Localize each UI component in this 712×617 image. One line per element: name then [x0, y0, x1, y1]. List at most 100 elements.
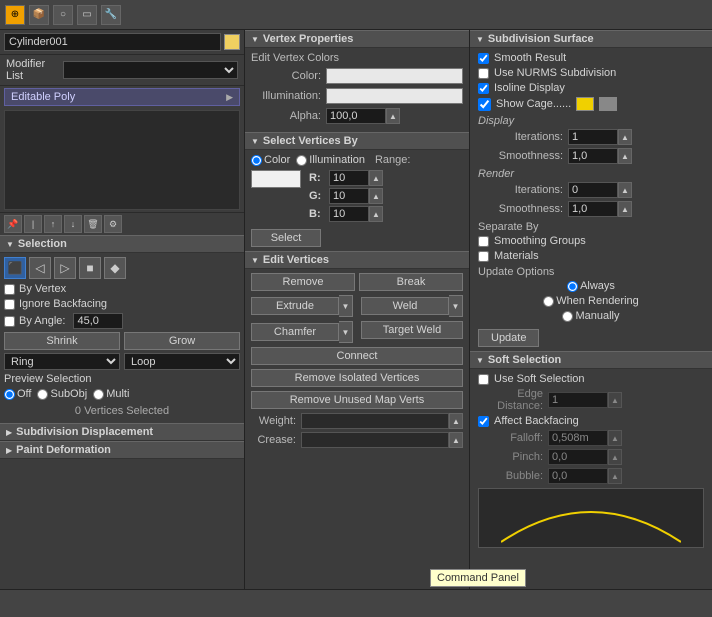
svb-illum-label[interactable]: Illumination [296, 154, 365, 166]
smoothing-groups-checkbox[interactable] [478, 236, 489, 247]
svb-header[interactable]: ▼ Select Vertices By [245, 132, 469, 150]
r-input[interactable] [329, 170, 369, 186]
render-smoothness-input[interactable] [568, 201, 618, 217]
modifier-item-editable-poly[interactable]: Editable Poly ▶ [4, 88, 240, 106]
vertex-props-header[interactable]: ▼ Vertex Properties [245, 30, 469, 48]
paint-deform-header[interactable]: ▶ Paint Deformation [0, 441, 244, 459]
by-angle-input[interactable] [73, 313, 123, 329]
toolbar-icon-circle[interactable]: ○ [53, 5, 73, 25]
connect-button[interactable]: Connect [251, 347, 463, 365]
target-weld-button[interactable]: Target Weld [361, 321, 463, 339]
preview-subobj-label[interactable]: SubObj [37, 388, 87, 400]
edge-distance-spin[interactable]: ▲ [608, 392, 622, 408]
bubble-spin[interactable]: ▲ [608, 468, 622, 484]
falloff-input[interactable] [548, 430, 608, 446]
move-down-icon[interactable]: ↓ [64, 215, 82, 233]
preview-off-label[interactable]: Off [4, 388, 31, 400]
render-smoothness-spin[interactable]: ▲ [618, 201, 632, 217]
select-button[interactable]: Select [251, 229, 321, 247]
extrude-arrow[interactable]: ▼ [339, 295, 353, 317]
sel-icon-vertex[interactable]: ⬛ [4, 257, 26, 279]
remove-unused-button[interactable]: Remove Unused Map Verts [251, 391, 463, 409]
edit-vertices-header[interactable]: ▼ Edit Vertices [245, 251, 469, 269]
color-bar[interactable] [326, 68, 463, 84]
toolbar-icon-wrench[interactable]: 🔧 [101, 5, 121, 25]
extrude-button[interactable]: Extrude [251, 297, 339, 315]
ring-dropdown[interactable]: Ring [4, 353, 120, 370]
affect-backfacing-checkbox[interactable] [478, 416, 489, 427]
display-iterations-input[interactable] [568, 129, 618, 145]
break-button[interactable]: Break [359, 273, 463, 291]
display-iterations-spin[interactable]: ▲ [618, 129, 632, 145]
always-radio[interactable] [567, 281, 578, 292]
render-iterations-spin[interactable]: ▲ [618, 182, 632, 198]
cage-swatch-gray[interactable] [599, 97, 617, 111]
display-smoothness-spin[interactable]: ▲ [618, 148, 632, 164]
toolbar-icon-add[interactable]: ⊕ [5, 5, 25, 25]
ss-header[interactable]: ▼ Subdivision Surface [470, 30, 712, 48]
pinch-spin[interactable]: ▲ [608, 449, 622, 465]
g-input[interactable] [329, 188, 369, 204]
illumination-bar[interactable] [326, 88, 463, 104]
materials-checkbox[interactable] [478, 251, 489, 262]
preview-off-radio[interactable] [4, 389, 15, 400]
falloff-spin[interactable]: ▲ [608, 430, 622, 446]
crease-slider[interactable] [301, 432, 449, 448]
weight-spin[interactable]: ▲ [449, 413, 463, 429]
sel-icon-element[interactable]: ◆ [104, 257, 126, 279]
remove-isolated-button[interactable]: Remove Isolated Vertices [251, 369, 463, 387]
edge-distance-input[interactable] [548, 392, 608, 408]
crease-spin[interactable]: ▲ [449, 432, 463, 448]
when-rendering-label[interactable]: When Rendering [543, 295, 639, 307]
color-preview-box[interactable] [251, 170, 301, 188]
use-soft-checkbox[interactable] [478, 374, 489, 385]
preview-multi-radio[interactable] [93, 389, 104, 400]
chamfer-arrow[interactable]: ▼ [339, 321, 353, 343]
svb-color-radio[interactable] [251, 155, 262, 166]
loop-dropdown[interactable]: Loop [124, 353, 240, 370]
sel-icon-poly[interactable]: ■ [79, 257, 101, 279]
chamfer-button[interactable]: Chamfer [251, 323, 339, 341]
use-nurms-checkbox[interactable] [478, 68, 489, 79]
show-cage-checkbox[interactable] [478, 98, 491, 111]
trash-icon[interactable]: 🗑 [84, 215, 102, 233]
toolbar-icon-rect[interactable]: ▭ [77, 5, 97, 25]
object-color-swatch[interactable] [224, 34, 240, 50]
preview-subobj-radio[interactable] [37, 389, 48, 400]
grow-button[interactable]: Grow [124, 332, 240, 350]
move-up-icon[interactable]: ↑ [44, 215, 62, 233]
preview-multi-label[interactable]: Multi [93, 388, 129, 400]
weld-arrow[interactable]: ▼ [449, 295, 463, 317]
soft-sel-header[interactable]: ▼ Soft Selection [470, 351, 712, 369]
subdiv-disp-header[interactable]: ▶ Subdivision Displacement [0, 423, 244, 441]
alpha-input[interactable] [326, 108, 386, 124]
cage-swatch-yellow[interactable] [576, 97, 594, 111]
alpha-spin-up[interactable]: ▲ [386, 108, 400, 124]
stack-area[interactable] [4, 110, 240, 210]
weight-slider[interactable] [301, 413, 449, 429]
bubble-input[interactable] [548, 468, 608, 484]
remove-button[interactable]: Remove [251, 273, 355, 291]
b-spin[interactable]: ▲ [369, 206, 383, 222]
by-vertex-checkbox[interactable] [4, 284, 15, 295]
display-smoothness-input[interactable] [568, 148, 618, 164]
ignore-backfacing-checkbox[interactable] [4, 299, 15, 310]
svb-illum-radio[interactable] [296, 155, 307, 166]
pin-icon[interactable]: 📌 [4, 215, 22, 233]
selection-section-header[interactable]: ▼ Selection [0, 235, 244, 253]
svb-color-label[interactable]: Color [251, 154, 290, 166]
by-angle-checkbox[interactable] [4, 316, 15, 327]
b-input[interactable] [329, 206, 369, 222]
update-button[interactable]: Update [478, 329, 539, 347]
config-icon[interactable]: ⚙ [104, 215, 122, 233]
toolbar-icon-box[interactable]: 📦 [29, 5, 49, 25]
smooth-result-checkbox[interactable] [478, 53, 489, 64]
modifier-dropdown[interactable] [63, 61, 238, 79]
isoline-checkbox[interactable] [478, 83, 489, 94]
sel-icon-border[interactable]: ▷ [54, 257, 76, 279]
r-spin[interactable]: ▲ [369, 170, 383, 186]
g-spin[interactable]: ▲ [369, 188, 383, 204]
always-label[interactable]: Always [567, 280, 615, 292]
pinch-input[interactable] [548, 449, 608, 465]
shrink-button[interactable]: Shrink [4, 332, 120, 350]
